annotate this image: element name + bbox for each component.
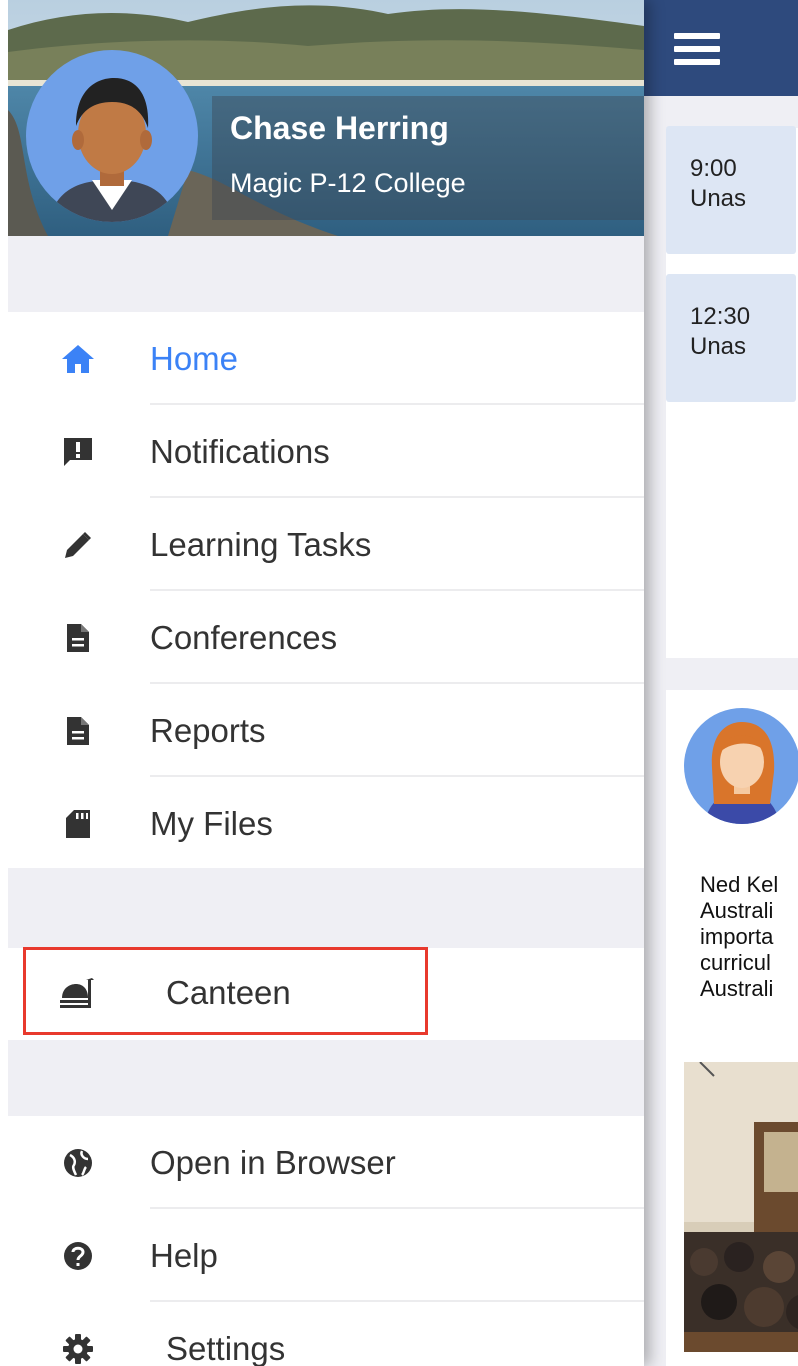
slot-subject: Unas <box>690 333 747 360</box>
document-icon <box>58 618 98 658</box>
gear-icon <box>58 1329 98 1366</box>
nav-item-label: Conferences <box>150 618 338 656</box>
nav-item-conferences[interactable]: Conferences <box>8 591 644 684</box>
news-card[interactable]: Ned Kel Australi importa curricul Austra… <box>666 690 798 1366</box>
hamburger-menu-icon[interactable] <box>674 33 720 65</box>
section-spacer <box>8 868 644 948</box>
slot-time: 9:00 <box>690 155 737 182</box>
schedule-slot[interactable]: 9:00 Unas <box>666 126 796 254</box>
nav-item-label: Reports <box>150 711 266 749</box>
nav-item-label: My Files <box>150 804 273 842</box>
nav-item-my-files[interactable]: My Files <box>8 777 644 870</box>
nav-item-label: Help <box>150 1236 218 1274</box>
section-spacer <box>8 1040 644 1116</box>
nav-item-help[interactable]: Help <box>8 1209 644 1302</box>
notification-alert-icon <box>58 432 98 472</box>
news-excerpt: Ned Kel Australi importa curricul Austra… <box>700 872 779 1001</box>
nav-item-open-in-browser[interactable]: Open in Browser <box>8 1116 644 1209</box>
app-header <box>644 0 798 96</box>
main-app-panel: 9:00 Unas 12:30 Unas Ned Kel Australi im… <box>644 0 798 1366</box>
nav-item-learning-tasks[interactable]: Learning Tasks <box>8 498 644 591</box>
sd-card-icon <box>58 804 98 844</box>
canteen-highlight-box <box>23 947 428 1035</box>
document-icon <box>58 711 98 751</box>
user-name: Chase Herring <box>230 110 449 146</box>
user-avatar[interactable] <box>26 50 198 222</box>
author-avatar <box>684 708 798 824</box>
nav-item-settings[interactable]: Settings <box>8 1302 644 1366</box>
schedule-slot[interactable]: 12:30 Unas <box>666 274 796 402</box>
news-photo <box>684 1062 798 1352</box>
section-spacer <box>8 236 644 312</box>
nav-item-label: Open in Browser <box>150 1143 396 1181</box>
user-info-panel: Chase Herring Magic P-12 College <box>212 96 644 220</box>
nav-item-reports[interactable]: Reports <box>8 684 644 777</box>
user-school: Magic P-12 College <box>230 168 466 198</box>
slot-subject: Unas <box>690 185 747 212</box>
navigation-drawer: Chase Herring Magic P-12 College Home No… <box>0 0 644 1366</box>
pencil-icon <box>58 525 98 565</box>
help-icon <box>58 1236 98 1276</box>
nav-item-label: Notifications <box>150 432 330 470</box>
globe-icon <box>58 1143 98 1183</box>
home-icon <box>58 339 98 379</box>
nav-item-label: Home <box>150 339 239 377</box>
nav-item-notifications[interactable]: Notifications <box>8 405 644 498</box>
nav-item-home[interactable]: Home <box>8 312 644 405</box>
drawer-header: Chase Herring Magic P-12 College <box>8 0 644 236</box>
nav-item-label: Learning Tasks <box>150 525 372 563</box>
slot-time: 12:30 <box>690 303 751 330</box>
nav-item-label: Settings <box>166 1329 286 1366</box>
